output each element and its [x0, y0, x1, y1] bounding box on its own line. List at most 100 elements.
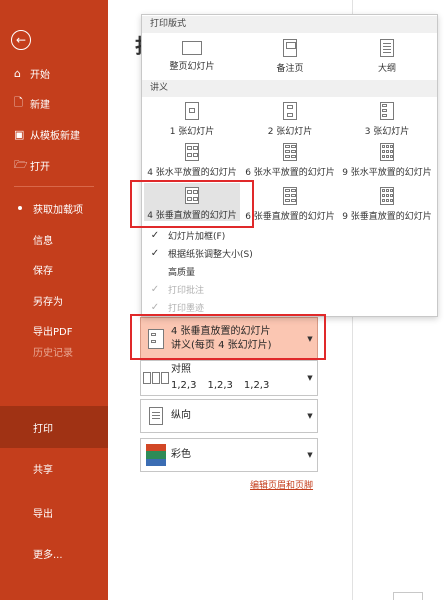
check-label: 打印批注 — [168, 286, 205, 296]
check-label: 幻灯片加框(F) — [168, 232, 226, 242]
layout-dropdown-line1: 4 张垂直放置的幻灯片 — [171, 326, 271, 337]
option-label: 1 张幻灯片 — [169, 127, 215, 137]
frame-slides-toggle[interactable]: ✓ 幻灯片加框(F) — [142, 227, 437, 244]
sidebar-item-label: 更多... — [33, 549, 63, 561]
preview-page-edge — [393, 592, 423, 600]
collate-seq: 1,2,3 — [171, 380, 197, 391]
handout-option-1-slide[interactable]: 1 张幻灯片 — [144, 102, 240, 137]
handout-4-vertical-icon — [141, 329, 171, 349]
sidebar-item-info[interactable]: 信息 — [0, 227, 108, 251]
option-label: 4 张垂直放置的幻灯片 — [147, 211, 237, 221]
option-label: 大纲 — [377, 64, 396, 74]
handout-option-9-vertical[interactable]: 9 张垂直放置的幻灯片 — [339, 187, 435, 222]
handout-option-2-slides[interactable]: 2 张幻灯片 — [242, 102, 338, 137]
notes-page-icon — [283, 39, 297, 57]
chevron-down-icon: ▼ — [307, 335, 313, 343]
sidebar-item-label: 从模板新建 — [30, 130, 80, 142]
sidebar-item-print[interactable]: 打印 — [0, 406, 108, 448]
handouts-section-header: 讲义 — [142, 80, 437, 97]
handout-3-icon — [380, 102, 394, 120]
handout-option-4-vertical[interactable]: 4 张垂直放置的幻灯片 — [144, 183, 240, 221]
color-palette-icon — [141, 444, 171, 466]
handout-option-4-horizontal[interactable]: 4 张水平放置的幻灯片 — [144, 143, 240, 178]
orientation-dropdown[interactable]: 纵向 ▼ — [140, 399, 318, 433]
layout-option-full-page[interactable]: 整页幻灯片 — [144, 41, 240, 72]
orientation-label: 纵向 — [171, 410, 191, 421]
checkmark-icon: ✓ — [150, 248, 160, 259]
sidebar-item-label: 导出PDF — [33, 326, 73, 338]
sidebar-item-label: 共享 — [33, 464, 53, 476]
print-ink-toggle: ✓ 打印墨迹 — [142, 299, 437, 316]
chevron-down-icon: ▼ — [307, 451, 313, 459]
color-dropdown[interactable]: 彩色 ▼ — [140, 438, 318, 472]
sidebar-item-export[interactable]: 导出 — [0, 500, 108, 524]
sidebar-item-save-as[interactable]: 另存为 — [0, 288, 108, 312]
option-label: 9 张水平放置的幻灯片 — [342, 168, 432, 178]
edit-header-footer-link[interactable]: 编辑页眉和页脚 — [250, 478, 313, 491]
collate-seq: 1,2,3 — [207, 380, 233, 391]
print-layout-dropdown[interactable]: 4 张垂直放置的幻灯片 讲义(每页 4 张幻灯片) ▼ — [140, 317, 318, 361]
print-comments-toggle: ✓ 打印批注 — [142, 281, 437, 298]
handout-1-icon — [185, 102, 199, 120]
option-label: 6 张垂直放置的幻灯片 — [245, 212, 335, 222]
option-label: 6 张水平放置的幻灯片 — [245, 168, 335, 178]
sidebar-divider — [14, 186, 94, 187]
handout-4-horizontal-icon — [185, 143, 199, 161]
sidebar-item-label: 获取加载项 — [33, 204, 83, 216]
sidebar-item-label: 信息 — [33, 235, 53, 247]
handout-option-3-slides[interactable]: 3 张幻灯片 — [339, 102, 435, 137]
sidebar-item-label: 导出 — [33, 508, 53, 520]
chevron-down-icon: ▼ — [307, 374, 313, 382]
option-label: 9 张垂直放置的幻灯片 — [342, 212, 432, 222]
option-label: 2 张幻灯片 — [267, 127, 313, 137]
color-label: 彩色 — [171, 449, 191, 460]
sidebar-item-more[interactable]: 更多... — [0, 541, 108, 565]
handout-4-vertical-icon — [185, 187, 199, 204]
chevron-down-icon: ▼ — [307, 412, 313, 420]
print-layout-popup: 打印版式 整页幻灯片 备注页 大纲 讲义 1 张幻灯片 2 张幻灯片 3 张幻灯… — [141, 14, 438, 317]
sidebar-item-get-addins[interactable]: 获取加载项 — [0, 196, 108, 220]
full-page-slide-icon — [182, 41, 202, 55]
handout-option-6-vertical[interactable]: 6 张垂直放置的幻灯片 — [242, 187, 338, 222]
handout-9-vertical-icon — [380, 187, 394, 205]
sidebar-item-open[interactable]: 🗁 打开 — [0, 153, 108, 177]
option-label: 4 张水平放置的幻灯片 — [147, 168, 237, 178]
backstage-sidebar: ← ⌂ 开始 🗋 新建 ▣ 从模板新建 🗁 打开 获取加载项 信息 保存 另存为… — [0, 0, 108, 600]
sidebar-item-label: 打印 — [33, 423, 53, 435]
check-label: 高质量 — [168, 268, 196, 278]
new-doc-icon: 🗋 — [14, 95, 23, 109]
checkmark-icon: ✓ — [150, 284, 160, 295]
handout-6-horizontal-icon — [283, 143, 297, 161]
collate-pages-icon — [141, 372, 171, 384]
collate-seq: 1,2,3 — [243, 380, 270, 391]
sidebar-item-new[interactable]: 🗋 新建 — [0, 91, 108, 115]
sidebar-item-new-from-template[interactable]: ▣ 从模板新建 — [0, 122, 108, 146]
check-label: 打印墨迹 — [168, 304, 205, 314]
sidebar-item-home[interactable]: ⌂ 开始 — [0, 61, 108, 85]
collate-label: 对照 — [171, 364, 191, 375]
print-layout-section-header: 打印版式 — [142, 16, 437, 33]
sidebar-item-label: 新建 — [30, 99, 50, 111]
handout-option-6-horizontal[interactable]: 6 张水平放置的幻灯片 — [242, 143, 338, 178]
handout-option-9-horizontal[interactable]: 9 张水平放置的幻灯片 — [339, 143, 435, 178]
sidebar-item-label: 历史记录 — [33, 347, 73, 359]
check-label: 根据纸张调整大小(S) — [168, 250, 253, 260]
layout-option-outline[interactable]: 大纲 — [339, 39, 435, 74]
sidebar-item-history: 历史记录 — [0, 339, 108, 363]
home-icon: ⌂ — [14, 66, 21, 80]
sidebar-item-share[interactable]: 共享 — [0, 456, 108, 480]
handout-9-horizontal-icon — [380, 143, 394, 161]
back-arrow-icon[interactable]: ← — [11, 30, 31, 50]
template-icon: ▣ — [14, 127, 25, 141]
outline-icon — [380, 39, 394, 57]
collate-dropdown[interactable]: 对照 1,2,3 1,2,3 1,2,3 ▼ — [140, 360, 318, 396]
folder-open-icon: 🗁 — [14, 157, 28, 171]
scale-to-fit-toggle[interactable]: ✓ 根据纸张调整大小(S) — [142, 245, 437, 262]
high-quality-toggle[interactable]: 高质量 — [142, 263, 437, 280]
sidebar-item-save[interactable]: 保存 — [0, 257, 108, 281]
sidebar-item-label: 开始 — [30, 69, 50, 81]
sidebar-item-label: 打开 — [30, 161, 50, 173]
checkmark-icon: ✓ — [150, 230, 160, 241]
layout-option-notes[interactable]: 备注页 — [242, 39, 338, 74]
checkmark-icon: ✓ — [150, 302, 160, 313]
